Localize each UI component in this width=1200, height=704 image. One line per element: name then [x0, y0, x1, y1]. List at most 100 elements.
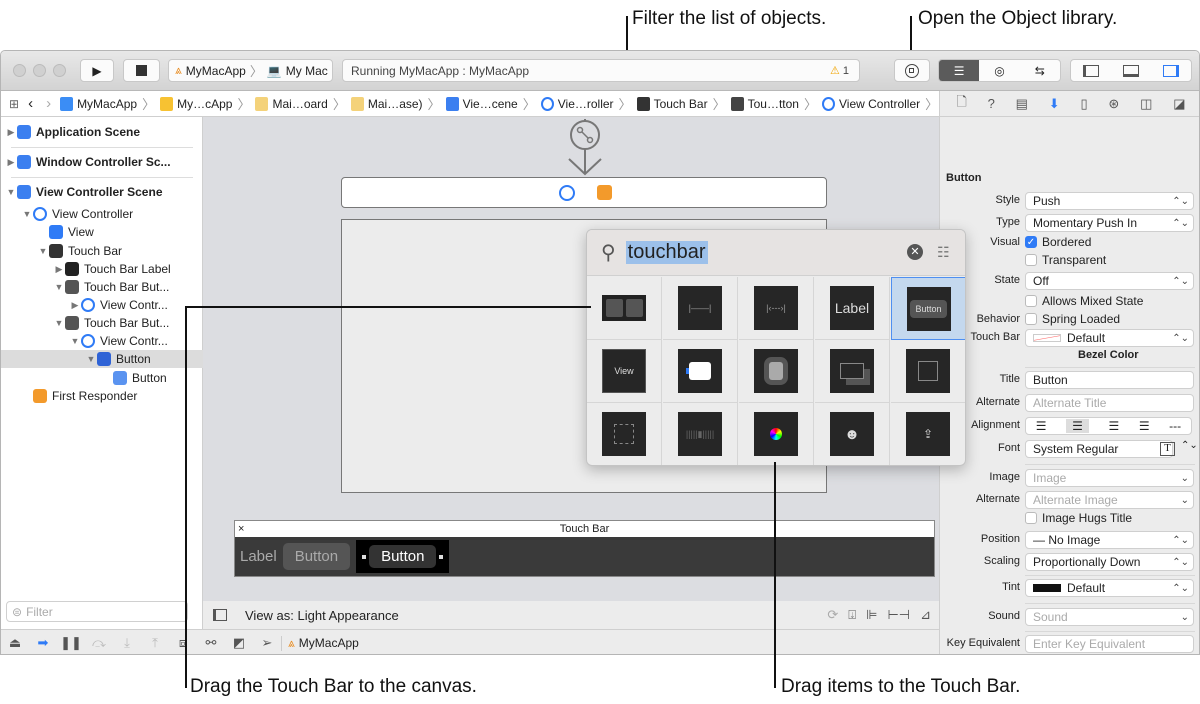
toggle-debug-button[interactable] — [1123, 64, 1139, 77]
breadcrumb-item[interactable]: Mai…oard — [255, 96, 328, 111]
key-equivalent-field[interactable]: Enter Key Equivalent — [1025, 635, 1194, 653]
effects-inspector-icon[interactable]: ◪ — [1173, 96, 1185, 112]
touch-bar-button-item[interactable]: Button — [282, 543, 351, 570]
library-item-fixed-space[interactable]: |——| — [663, 277, 738, 340]
run-button[interactable]: ▶ — [80, 59, 114, 82]
simulate-location-icon[interactable]: ➢ — [253, 635, 281, 651]
outline-item[interactable]: ▼ View Contr... — [1, 332, 203, 350]
title-field[interactable]: Button — [1025, 371, 1194, 389]
outline-item[interactable]: Button — [1, 369, 203, 387]
font-size-stepper[interactable]: ⌃⌄ — [1181, 440, 1198, 451]
disclosure-triangle-icon[interactable]: ▼ — [21, 209, 33, 219]
library-item-custom-view[interactable] — [891, 340, 965, 403]
file-inspector-icon[interactable]: 🗋 — [956, 93, 966, 115]
update-frames-icon[interactable]: ⟳ — [827, 607, 838, 623]
state-popup[interactable]: Off ⌃⌄ — [1025, 272, 1194, 290]
disclosure-triangle-icon[interactable]: ▶ — [69, 300, 81, 311]
object-library-button[interactable] — [894, 59, 930, 82]
minimize-window-button[interactable] — [33, 64, 46, 77]
outline-filter-field[interactable]: ⊜ Filter — [6, 601, 188, 622]
zoom-window-button[interactable] — [53, 64, 66, 77]
touch-bar-close-button[interactable]: × — [238, 521, 244, 537]
image-position-popup[interactable]: — No Image ⌃⌄ — [1025, 531, 1194, 549]
library-item-other-items[interactable] — [587, 403, 662, 465]
disclosure-triangle-icon[interactable]: ▼ — [53, 282, 65, 292]
breadcrumb-item[interactable]: Vie…cene — [445, 96, 518, 111]
breadcrumb-item[interactable]: Tou…tton — [730, 96, 799, 111]
touch-bar-label-item[interactable]: Label — [240, 548, 277, 565]
clear-search-icon[interactable]: ✕ — [907, 244, 923, 260]
toggle-navigator-button[interactable] — [1083, 64, 1099, 77]
align-natural-icon[interactable]: --- — [1169, 419, 1181, 433]
align-justify-icon[interactable]: ☰ — [1139, 419, 1150, 433]
outline-item[interactable]: ▼ Touch Bar But... — [1, 278, 203, 296]
memory-graph-icon[interactable]: ⚯ — [197, 635, 225, 651]
outline-item[interactable]: ▼ Touch Bar — [1, 242, 203, 260]
outline-item[interactable]: ▼ Button — [1, 350, 203, 368]
outline-item[interactable]: ▼ View Controller — [1, 205, 203, 223]
view-as-button[interactable]: View as: Light Appearance — [245, 608, 399, 623]
list-view-toggle-icon[interactable]: ☷ — [937, 244, 950, 261]
sound-combo[interactable]: Sound ⌄ — [1025, 608, 1194, 626]
library-item-segmented[interactable] — [739, 340, 814, 403]
forward-button[interactable]: › — [42, 95, 55, 112]
add-constraints-icon[interactable]: ⊢⊣ — [887, 607, 910, 623]
library-item-slider[interactable] — [663, 340, 738, 403]
process-selector[interactable]: ⩓ MyMacApp — [281, 635, 359, 651]
breadcrumb-item[interactable]: My…cApp — [160, 96, 232, 111]
bordered-checkbox[interactable]: ✓ Bordered — [1025, 235, 1091, 249]
outline-item[interactable]: ▶ View Contr... — [1, 296, 203, 314]
pause-icon[interactable]: ❚❚ — [57, 635, 85, 651]
resolve-issues-icon[interactable]: ⊿ — [920, 607, 931, 623]
spring-loaded-checkbox[interactable]: Spring Loaded — [1025, 312, 1120, 326]
view-controller-icon[interactable] — [559, 185, 575, 201]
outline-item[interactable]: ▶ Touch Bar Label — [1, 260, 203, 278]
view-debugger-icon[interactable]: ⧈ — [169, 635, 197, 651]
library-search-input[interactable]: touchbar — [625, 241, 708, 264]
environment-overrides-icon[interactable]: ◩ — [225, 635, 253, 651]
outline-item[interactable]: ▼ View Controller Scene — [1, 183, 203, 201]
outline-item[interactable]: View — [1, 223, 203, 241]
disclosure-triangle-icon[interactable]: ▶ — [53, 264, 65, 275]
bezel-color-popup[interactable]: Default ⌃⌄ — [1025, 329, 1194, 347]
library-item-group[interactable] — [587, 277, 662, 340]
transparent-checkbox[interactable]: Transparent — [1025, 253, 1106, 267]
breadcrumb-item[interactable]: MyMacApp — [60, 96, 137, 111]
library-item-character-picker[interactable]: ☻ — [815, 403, 890, 465]
disclosure-triangle-icon[interactable]: ▶ — [5, 127, 17, 138]
scene-dock[interactable] — [341, 177, 827, 208]
disclosure-triangle-icon[interactable]: ▼ — [5, 187, 17, 197]
type-popup[interactable]: Momentary Push In ⌃⌄ — [1025, 214, 1194, 232]
alternate-title-field[interactable]: Alternate Title — [1025, 394, 1194, 412]
identity-inspector-icon[interactable]: ▤ — [1016, 96, 1028, 112]
alternate-image-combo[interactable]: Alternate Image ⌄ — [1025, 491, 1194, 509]
first-responder-icon[interactable] — [597, 185, 612, 200]
align-right-icon[interactable]: ☰ — [1108, 419, 1119, 433]
tint-popup[interactable]: Default ⌃⌄ — [1025, 579, 1194, 597]
hide-debug-area-icon[interactable]: ⏏ — [1, 635, 29, 651]
outline-item[interactable]: ▶ Application Scene — [1, 123, 203, 141]
connections-inspector-icon[interactable]: ⊛ — [1108, 96, 1119, 112]
scheme-selector[interactable]: ⩓ MyMacApp 〉 💻 My Mac — [168, 59, 333, 82]
stop-button[interactable] — [123, 59, 160, 82]
step-over-icon[interactable]: ⤼ — [85, 635, 113, 651]
library-item-popover[interactable] — [815, 340, 890, 403]
step-out-icon[interactable]: ⤒ — [141, 635, 169, 651]
library-item-button[interactable]: Button — [891, 277, 965, 340]
back-button[interactable]: ‹ — [24, 95, 37, 112]
image-hugs-title-checkbox[interactable]: Image Hugs Title — [1025, 511, 1132, 525]
library-item-flexible-space[interactable]: |‹---›| — [739, 277, 814, 340]
library-item-view[interactable]: View — [587, 340, 662, 403]
disclosure-triangle-icon[interactable]: ▼ — [85, 354, 97, 364]
help-inspector-icon[interactable]: ? — [988, 96, 995, 111]
align-center-icon[interactable]: ☰ — [1066, 419, 1089, 433]
bindings-inspector-icon[interactable]: ◫ — [1140, 96, 1152, 112]
assistant-editor-button[interactable]: ◎ — [979, 64, 1019, 78]
library-item-label[interactable]: Label — [815, 277, 890, 340]
library-item-scrubber[interactable]: |||||▮||||| — [663, 403, 738, 465]
outline-item[interactable]: ▼ Touch Bar But... — [1, 314, 203, 332]
align-left-icon[interactable]: ☰ — [1036, 419, 1047, 433]
disclosure-triangle-icon[interactable]: ▼ — [37, 246, 49, 256]
version-editor-button[interactable]: ⇆ — [1020, 64, 1060, 78]
breadcrumb-item[interactable]: View Controller — [822, 96, 920, 111]
